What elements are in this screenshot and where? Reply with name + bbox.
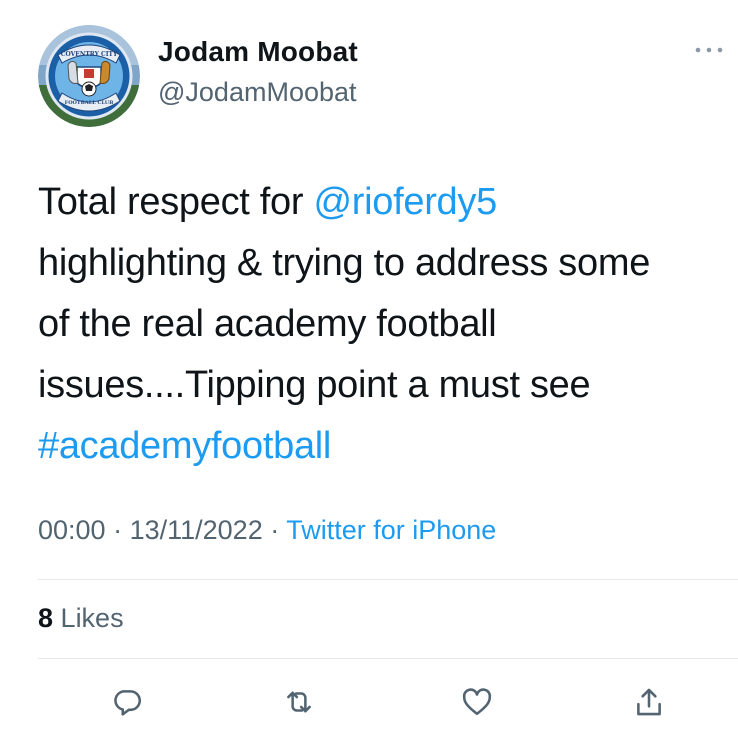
heart-icon [462,688,492,716]
retweet-button[interactable] [277,680,321,724]
likes-stat[interactable]: 8 Likes [38,603,124,634]
badge-text-top: COVENTRY CITY [61,51,118,58]
tweet-line-1: Total respect for @rioferdy5 [38,172,728,233]
hashtag-link[interactable]: #academyfootball [38,425,331,467]
display-name[interactable]: Jodam Moobat [158,36,358,68]
tweet-line-3: of the real academy football [38,303,497,345]
tweet-line-5: #academyfootball [38,416,728,477]
likes-label: Likes [60,603,124,633]
tweet-source-link[interactable]: Twitter for iPhone [286,515,496,545]
divider [38,579,738,580]
share-icon [637,688,661,716]
reply-button[interactable] [105,680,149,724]
avatar[interactable]: COVENTRY CITY FOOTBALL CLUB [38,25,140,127]
tweet-meta: 00:00 · 13/11/2022 · Twitter for iPhone [38,515,496,546]
tweet-time: 00:00 [38,515,106,545]
coventry-city-badge-icon: COVENTRY CITY FOOTBALL CLUB [38,25,140,127]
share-button[interactable] [627,680,671,724]
tweet-date: 13/11/2022 [129,515,263,545]
divider [38,658,738,659]
likes-count: 8 [38,603,54,633]
tweet-line-2: highlighting & trying to address some [38,242,651,284]
tweet-text-prefix: Total respect for [38,181,314,223]
more-options-icon[interactable] [694,42,724,58]
badge-text-bottom: FOOTBALL CLUB [65,100,114,106]
retweet-icon [287,691,311,713]
tweet-line-4: issues....Tipping point a must see [38,364,591,406]
user-handle[interactable]: @JodamMoobat [158,77,357,108]
meta-separator: · [105,515,130,545]
meta-separator: · [262,515,287,545]
like-button[interactable] [455,680,499,724]
tweet-text: Total respect for @rioferdy5 highlightin… [38,172,728,477]
mention-link[interactable]: @rioferdy5 [314,181,498,223]
reply-icon [114,690,142,716]
